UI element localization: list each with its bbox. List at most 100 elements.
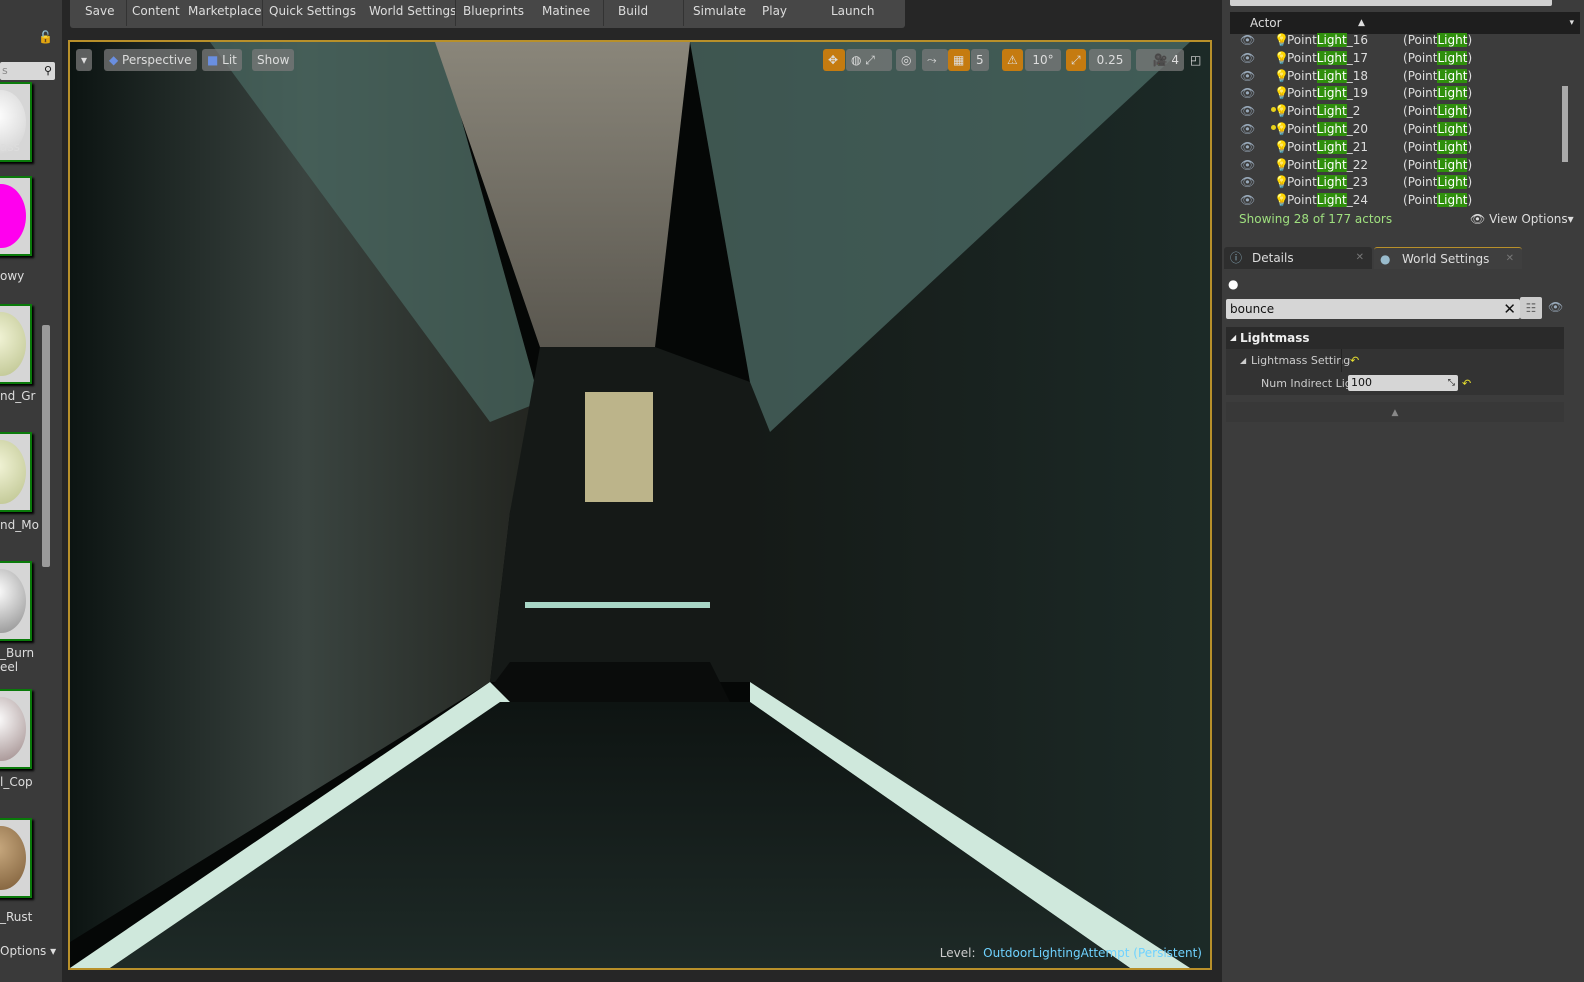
launch-button[interactable]: Launch [831, 4, 874, 18]
visibility-eye-icon[interactable]: 👁 [1240, 84, 1255, 102]
actor-name: PointLight_2 [1287, 104, 1361, 119]
maximize-icon[interactable]: ◰ [1190, 49, 1201, 71]
property-label: Num Indirect Lig [1261, 377, 1352, 390]
clear-search-icon[interactable]: ✕ [1503, 299, 1516, 319]
actor-name: PointLight_22 [1287, 157, 1369, 172]
asset-label: ass [0, 140, 20, 154]
actor-name: PointLight_19 [1287, 86, 1369, 101]
rotation-snap-value[interactable]: 10° [1025, 49, 1061, 71]
outliner-row[interactable]: 👁 💡 PointLight_2 (PointLight) [1230, 102, 1570, 120]
actor-type: (PointLight) [1403, 68, 1473, 83]
blueprints-button[interactable]: Blueprints [463, 4, 524, 18]
view-options-button[interactable]: 👁 View Options▾ [1470, 212, 1574, 226]
outliner-row[interactable]: 👁 💡 PointLight_18 (PointLight) [1230, 67, 1570, 85]
play-button[interactable]: Play [762, 4, 787, 18]
surface-snap-icon[interactable]: ⤳ [922, 49, 948, 71]
column-options-icon[interactable]: ▾ [1569, 12, 1574, 34]
asset-thumbnail[interactable] [0, 432, 32, 512]
rotation-snap-icon[interactable]: ⚠ [1002, 49, 1023, 71]
visibility-eye-icon[interactable]: 👁 [1240, 31, 1255, 49]
asset-thumbnail[interactable] [0, 689, 32, 769]
world-local-icon[interactable]: ◎ [896, 49, 917, 71]
content-button[interactable]: Content [132, 4, 180, 18]
grid-snap-value[interactable]: 5 [971, 49, 989, 71]
actor-name: PointLight_24 [1287, 193, 1369, 208]
quick-settings-button[interactable]: Quick Settings [269, 4, 356, 18]
asset-thumbnail[interactable] [0, 304, 32, 384]
level-label: Level: [939, 946, 976, 960]
property-matrix-icon[interactable]: ☷ [1520, 297, 1542, 319]
search-icon[interactable]: ⚲ [44, 62, 52, 80]
save-button[interactable]: Save [85, 4, 114, 18]
category-label: Lightmass [1240, 331, 1310, 345]
world-icon: ● [1228, 277, 1239, 291]
viewport-menu-button[interactable]: ▾ [76, 49, 93, 71]
visibility-eye-icon[interactable]: 👁 [1240, 49, 1255, 67]
camera-speed-icon: 🎥 [1152, 53, 1172, 67]
category-lightmass[interactable]: ◢ Lightmass [1226, 327, 1564, 349]
drag-handle-icon[interactable]: ⤡ [1448, 375, 1455, 391]
close-tab-icon[interactable]: ✕ [1506, 248, 1514, 270]
property-group-lightmass-settings[interactable]: ◢ Lightmass Setting ↶ [1226, 349, 1564, 395]
close-tab-icon[interactable]: ✕ [1356, 247, 1364, 269]
view-options-label: View Options [1489, 212, 1568, 226]
build-button[interactable]: Build [618, 4, 648, 18]
translate-tool-icon[interactable]: ✥ [823, 49, 845, 71]
search-placeholder: s [2, 64, 8, 77]
rotate-scale-tools-icon[interactable]: ◍ ⤢ [846, 49, 892, 71]
level-viewport[interactable]: ▾ ◆ Perspective ■ Lit Show ✥ ◍ ⤢ ◎ ⤳ ▦ 5… [68, 40, 1212, 970]
expand-arrow-icon: ◢ [1230, 333, 1237, 342]
actor-name: PointLight_16 [1287, 33, 1369, 47]
grid-snap-icon[interactable]: ▦ [948, 49, 970, 71]
info-icon: ⓘ [1230, 251, 1243, 265]
view-options-button[interactable]: Options ▾ [0, 944, 56, 958]
asset-thumbnail[interactable] [0, 561, 32, 641]
visibility-eye-icon[interactable]: 👁 [1548, 300, 1563, 314]
outliner-scrollbar[interactable] [1562, 86, 1568, 162]
scale-snap-value[interactable]: 0.25 [1089, 49, 1131, 71]
outliner-row[interactable]: 👁 💡 PointLight_24 (PointLight) [1230, 191, 1570, 209]
reset-to-default-icon[interactable]: ↶ [1350, 349, 1359, 372]
visibility-eye-icon[interactable]: 👁 [1240, 191, 1255, 209]
outliner-row[interactable]: 👁 💡 PointLight_21 (PointLight) [1230, 138, 1570, 156]
scale-snap-icon[interactable]: ⤢ [1066, 49, 1086, 71]
outliner-search-input[interactable]: light✕ [1230, 0, 1552, 6]
marketplace-button[interactable]: Marketplace [188, 4, 262, 18]
globe-icon: ● [1380, 252, 1391, 266]
scene-render[interactable] [70, 42, 1210, 968]
content-browser: 🔓 s ⚲ ass owy nd_Gr nd_Mo _Burn eel l_Cop… [0, 0, 62, 982]
details-search-input[interactable]: bounce ✕ [1226, 299, 1520, 319]
visibility-eye-icon[interactable]: 👁 [1240, 67, 1255, 85]
asset-search-input[interactable]: s ⚲ [0, 62, 55, 80]
matinee-button[interactable]: Matinee [542, 4, 590, 18]
tab-world-settings[interactable]: ● World Settings ✕ [1374, 247, 1522, 269]
visibility-eye-icon[interactable]: 👁 [1240, 120, 1255, 138]
world-settings-button[interactable]: World Settings [369, 4, 456, 18]
outliner-row[interactable]: 👁 💡 PointLight_17 (PointLight) [1230, 49, 1570, 67]
perspective-icon: ◆ [109, 53, 123, 67]
scrollbar[interactable] [42, 325, 50, 567]
lit-button[interactable]: ■ Lit [202, 49, 242, 71]
collapse-advanced-button[interactable]: ▲ [1226, 402, 1564, 422]
lock-icon[interactable]: 🔓 [38, 30, 53, 44]
asset-thumbnail[interactable] [0, 176, 32, 256]
outliner-row[interactable]: 👁 💡 PointLight_16 (PointLight) [1230, 31, 1570, 49]
reset-to-default-icon[interactable]: ↶ [1462, 372, 1471, 395]
outliner-row[interactable]: 👁 💡 PointLight_23 (PointLight) [1230, 173, 1570, 191]
simulate-button[interactable]: Simulate [693, 4, 746, 18]
num-indirect-bounces-input[interactable]: 100 ⤡ [1348, 375, 1458, 391]
details-search-value: bounce [1230, 302, 1275, 316]
outliner-row[interactable]: 👁 💡 PointLight_22 (PointLight) [1230, 156, 1570, 174]
camera-speed-button[interactable]: 🎥 4 [1136, 49, 1184, 71]
tab-details[interactable]: ⓘ Details ✕ [1224, 247, 1372, 269]
visibility-eye-icon[interactable]: 👁 [1240, 138, 1255, 156]
show-button[interactable]: Show [252, 49, 295, 71]
visibility-eye-icon[interactable]: 👁 [1240, 102, 1255, 120]
visibility-eye-icon[interactable]: 👁 [1240, 173, 1255, 191]
perspective-button[interactable]: ◆ Perspective [104, 49, 197, 71]
asset-label: owy [0, 269, 25, 283]
asset-thumbnail[interactable] [0, 818, 32, 898]
visibility-eye-icon[interactable]: 👁 [1240, 156, 1255, 174]
outliner-row[interactable]: 👁 💡 PointLight_20 (PointLight) [1230, 120, 1570, 138]
outliner-row[interactable]: 👁 💡 PointLight_19 (PointLight) [1230, 84, 1570, 102]
